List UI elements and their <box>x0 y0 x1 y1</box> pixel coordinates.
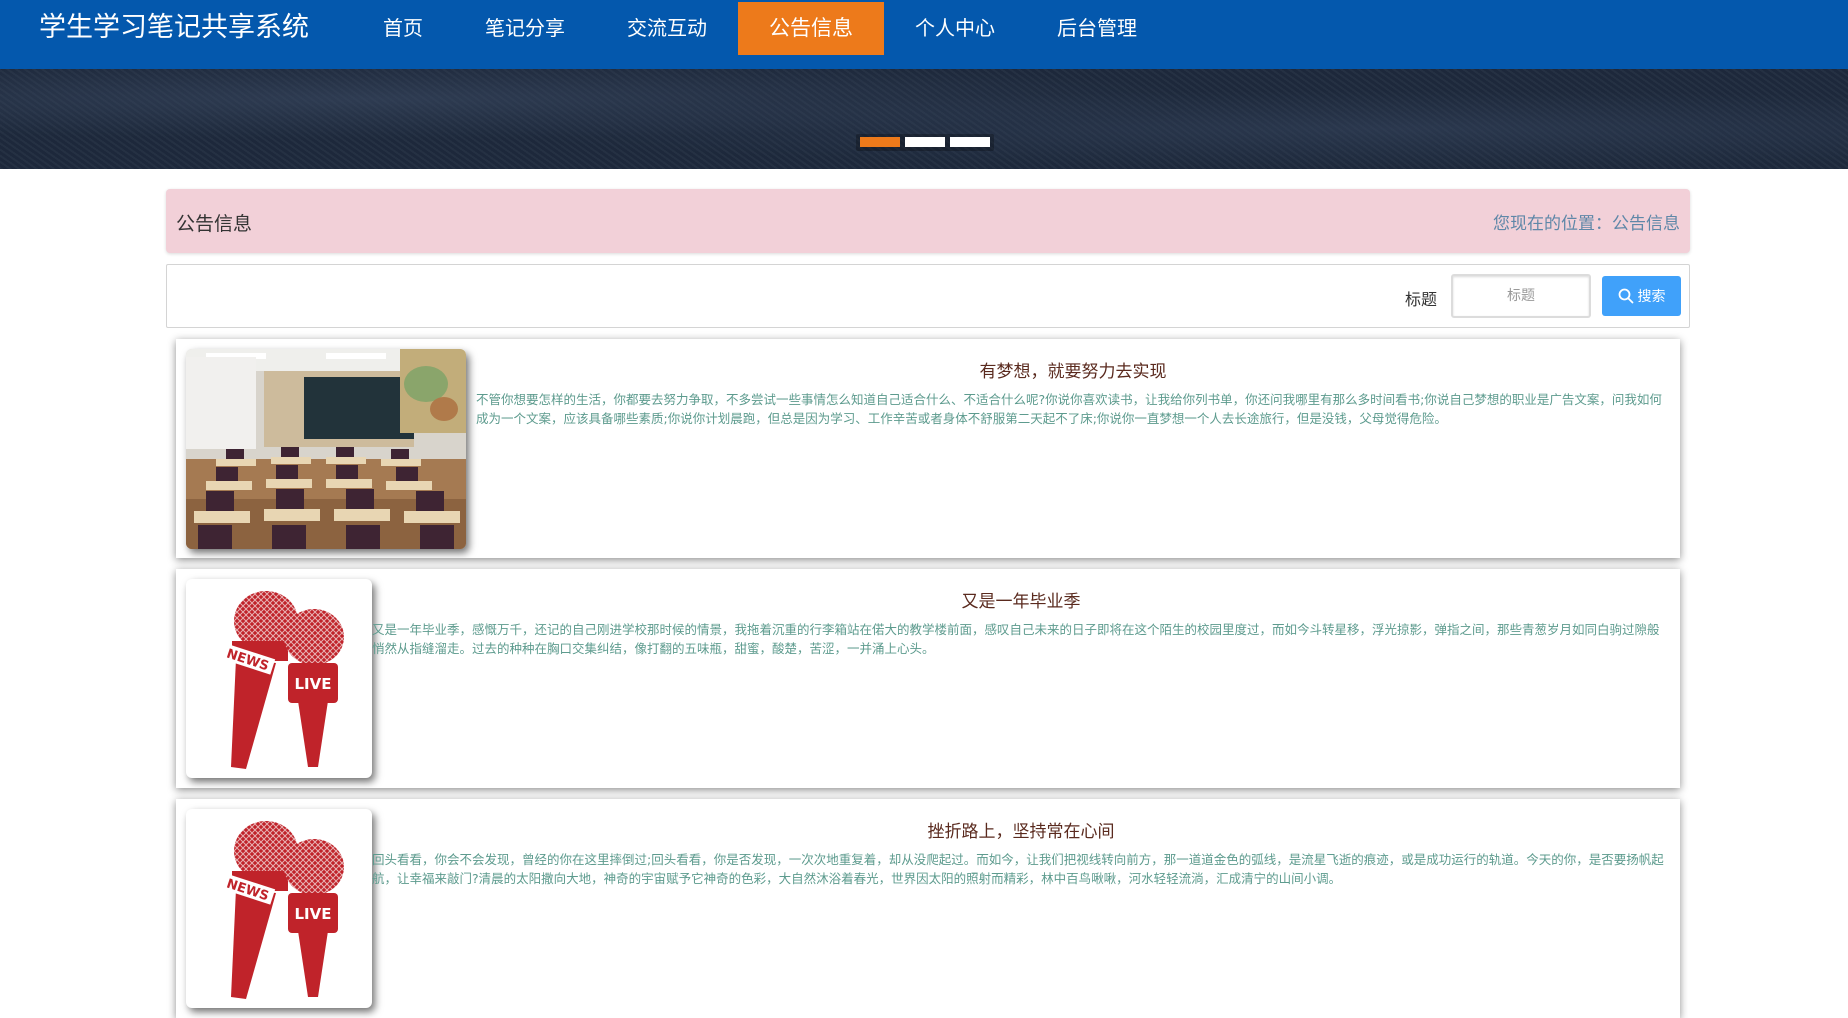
nav-item-forum[interactable]: 交流互动 <box>596 2 738 55</box>
carousel-dot-2[interactable] <box>905 137 945 147</box>
notice-item[interactable]: 有梦想，就要努力去实现 不管你想要怎样的生活，你都要去努力争取，不多尝试一些事情… <box>176 339 1680 558</box>
search-bar: 标题 搜索 <box>166 264 1690 328</box>
mic-live-label: LIVE <box>295 675 332 693</box>
site-title: 学生学习笔记共享系统 <box>39 12 309 43</box>
nav-item-notices[interactable]: 公告信息 <box>738 2 884 55</box>
search-icon <box>1618 288 1633 304</box>
notice-content: 又是一年毕业季，感慨万千，还记的自己刚进学校那时候的情景，我拖着沉重的行李箱站在… <box>372 622 1660 656</box>
news-microphone-image: NEWS LIVE <box>220 821 344 999</box>
news-microphone-image: NEWS LIVE <box>220 591 344 769</box>
top-header: 学生学习笔记共享系统 首页 笔记分享 交流互动 公告信息 个人中心 后台管理 <box>0 0 1848 69</box>
notice-title[interactable]: 又是一年毕业季 <box>372 587 1670 612</box>
notice-content: 不管你想要怎样的生活，你都要去努力争取，不多尝试一些事情怎么知道自己适合什么、不… <box>476 392 1662 426</box>
search-button[interactable]: 搜索 <box>1602 276 1681 316</box>
notice-thumbnail[interactable] <box>186 349 466 549</box>
search-label: 标题 <box>1405 290 1438 309</box>
breadcrumb: 您现在的位置：公告信息 <box>1493 214 1680 234</box>
search-button-label: 搜索 <box>1637 289 1666 305</box>
breadcrumb-bar: 公告信息 您现在的位置：公告信息 <box>166 189 1690 253</box>
classroom-image <box>186 349 466 549</box>
notice-title[interactable]: 有梦想，就要努力去实现 <box>476 357 1670 382</box>
carousel-dot-3[interactable] <box>950 137 990 147</box>
notice-content: 回头看看，你会不会发现，曾经的你在这里摔倒过;回头看看，你是否发现，一次次地重复… <box>372 852 1664 886</box>
notice-item[interactable]: NEWS LIVE 挫折路上，坚持常在心间 回头看看，你会不会发现，曾经的你在这… <box>176 799 1680 1018</box>
page-title: 公告信息 <box>176 213 253 235</box>
nav-item-notes[interactable]: 笔记分享 <box>454 2 596 55</box>
search-input[interactable] <box>1451 274 1591 318</box>
nav-item-profile[interactable]: 个人中心 <box>884 2 1026 55</box>
notice-title[interactable]: 挫折路上，坚持常在心间 <box>372 817 1670 842</box>
nav-item-home[interactable]: 首页 <box>352 2 454 55</box>
main-nav: 首页 笔记分享 交流互动 公告信息 个人中心 后台管理 <box>352 2 1168 55</box>
notice-item[interactable]: NEWS LIVE 又是一年毕业季 又是一年毕业季，感慨万千，还记的自己刚进学校… <box>176 569 1680 788</box>
notice-thumbnail[interactable]: NEWS LIVE <box>186 579 372 778</box>
mic-live-label: LIVE <box>295 905 332 923</box>
nav-item-admin[interactable]: 后台管理 <box>1026 2 1168 55</box>
carousel-dot-1[interactable] <box>860 137 900 147</box>
banner-carousel <box>0 69 1848 169</box>
notice-thumbnail[interactable]: NEWS LIVE <box>186 809 372 1008</box>
carousel-indicators <box>856 134 994 151</box>
